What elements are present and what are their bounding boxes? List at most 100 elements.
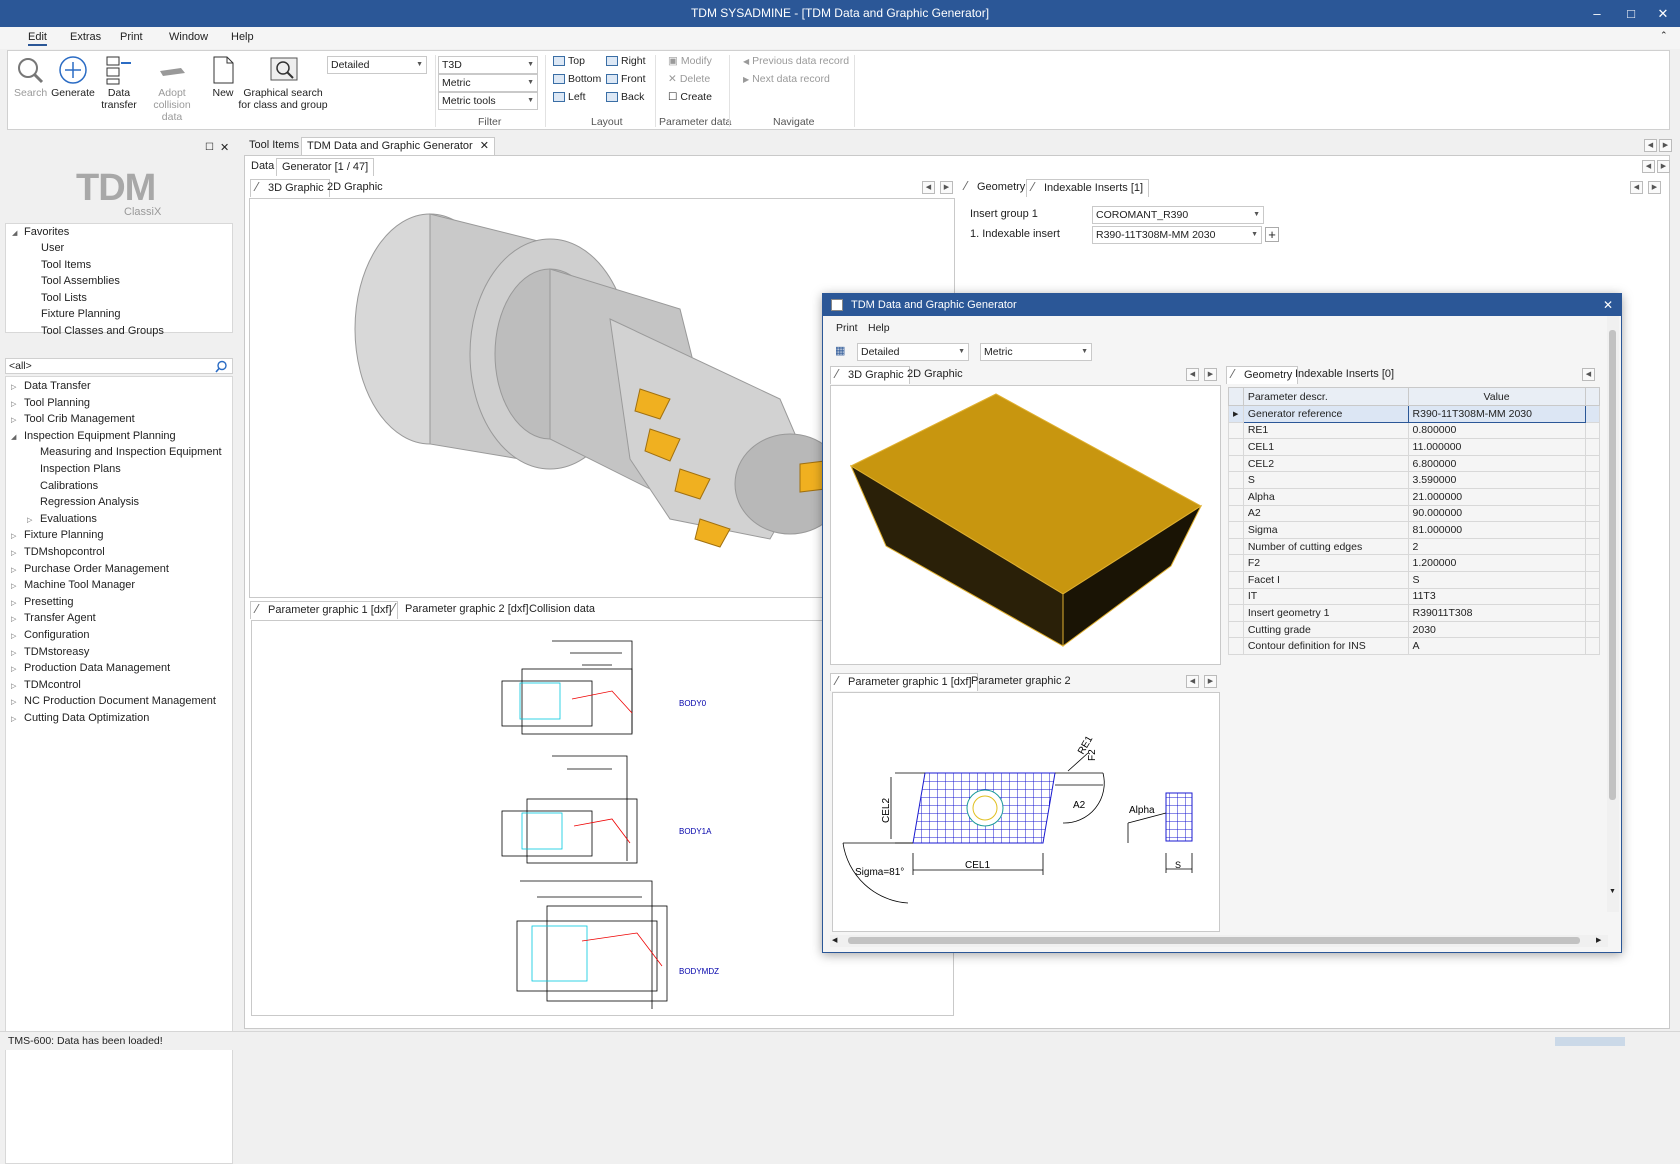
- parameter-value-cell[interactable]: 81.000000: [1407, 521, 1586, 539]
- parameter-name-cell[interactable]: F2: [1242, 554, 1409, 572]
- scroll-right-icon[interactable]: ▶: [1648, 181, 1661, 194]
- menu-window[interactable]: Window: [163, 30, 214, 44]
- parameter-value-cell[interactable]: 6.800000: [1407, 454, 1586, 473]
- minimize-icon[interactable]: –: [1580, 0, 1614, 27]
- dialog-metric-combo[interactable]: Metric ▼: [980, 343, 1092, 361]
- metric-combo[interactable]: Metric ▼: [438, 74, 538, 92]
- close-icon[interactable]: ✕: [1646, 0, 1680, 27]
- column-header-parameter[interactable]: Parameter descr.: [1242, 387, 1409, 406]
- parameter-value-cell[interactable]: 2: [1407, 537, 1586, 556]
- parameter-value-cell[interactable]: R390-11T308M-MM 2030: [1407, 405, 1586, 423]
- expand-icon[interactable]: ▷: [11, 632, 16, 640]
- dialog-menu-print[interactable]: Print: [836, 322, 858, 334]
- expand-icon[interactable]: ▷: [27, 516, 32, 524]
- parameter-value-cell[interactable]: 1.200000: [1407, 554, 1586, 572]
- dialog-tab-parameter-graphic-2[interactable]: Parameter graphic 2: [966, 673, 1076, 691]
- table-row[interactable]: CEL2 6.800000: [1228, 454, 1601, 473]
- module-item[interactable]: Measuring and Inspection Equipment: [40, 446, 222, 458]
- table-row[interactable]: Alpha 21.000000: [1228, 487, 1601, 506]
- close-dialog-icon[interactable]: ✕: [1603, 294, 1613, 316]
- table-row[interactable]: RE1 0.800000: [1228, 421, 1601, 440]
- data-transfer-button[interactable]: Data transfer: [98, 55, 140, 111]
- add-insert-button[interactable]: +: [1265, 227, 1279, 242]
- table-row[interactable]: F2 1.200000: [1228, 554, 1601, 572]
- module-item[interactable]: Inspection Equipment Planning: [24, 430, 176, 442]
- close-tab-icon[interactable]: ✕: [480, 140, 489, 152]
- search-icon[interactable]: [215, 360, 228, 373]
- expand-icon[interactable]: ▷: [11, 532, 16, 540]
- modify-button[interactable]: ▣ Modify: [668, 55, 712, 67]
- table-row[interactable]: Insert geometry 1 R39011T308: [1228, 604, 1601, 622]
- dialog-detail-combo[interactable]: Detailed ▼: [857, 343, 969, 361]
- table-row[interactable]: A2 90.000000: [1228, 504, 1601, 523]
- layout-front-button[interactable]: Front: [606, 73, 646, 85]
- tab-tool-items[interactable]: Tool Items: [244, 137, 304, 155]
- menu-print[interactable]: Print: [114, 30, 149, 44]
- tab-3d-graphic[interactable]: 3D Graphic: [250, 179, 330, 197]
- layout-right-button[interactable]: Right: [606, 55, 646, 67]
- parameter-value-cell[interactable]: 2030: [1407, 620, 1586, 639]
- collapse-ribbon-icon[interactable]: ⌃: [1660, 30, 1668, 41]
- vertical-scrollbar[interactable]: ▼: [1607, 316, 1619, 912]
- table-row[interactable]: Contour definition for INS A: [1228, 637, 1601, 655]
- metric-tools-combo[interactable]: Metric tools ▼: [438, 92, 538, 110]
- menu-help[interactable]: Help: [225, 30, 260, 44]
- expand-icon[interactable]: ▷: [11, 582, 16, 590]
- t3d-combo[interactable]: T3D ▼: [438, 56, 538, 74]
- expand-icon[interactable]: ▷: [11, 649, 16, 657]
- horizontal-scroll-thumb[interactable]: [848, 937, 1580, 944]
- module-item[interactable]: NC Production Document Management: [24, 695, 216, 707]
- dialog-tab-inserts[interactable]: Indexable Inserts [0]: [1290, 366, 1399, 384]
- scroll-right-icon[interactable]: ▶: [1659, 139, 1672, 152]
- expand-icon[interactable]: ▷: [11, 383, 16, 391]
- layout-top-button[interactable]: Top: [553, 55, 585, 67]
- table-row[interactable]: ▶ Generator reference R390-11T308M-MM 2030: [1228, 405, 1601, 423]
- dialog-tab-parameter-graphic-1[interactable]: Parameter graphic 1 [dxf]: [830, 673, 978, 691]
- dialog-tab-geometry[interactable]: Geometry: [1226, 366, 1299, 384]
- scroll-left-icon[interactable]: ◀: [922, 181, 935, 194]
- parameter-name-cell[interactable]: S: [1242, 471, 1409, 489]
- module-item[interactable]: Cutting Data Optimization: [24, 712, 149, 724]
- indexable-insert-select[interactable]: R390-11T308M-MM 2030 ▼: [1092, 226, 1262, 244]
- create-button[interactable]: ☐ Create: [668, 91, 712, 103]
- favorite-item[interactable]: Tool Items: [41, 259, 91, 271]
- graphical-search-button[interactable]: Graphical search for class and group: [238, 55, 330, 111]
- expand-icon[interactable]: ▷: [11, 599, 16, 607]
- layout-left-button[interactable]: Left: [553, 91, 586, 103]
- module-item[interactable]: Transfer Agent: [24, 612, 96, 624]
- parameter-name-cell[interactable]: A2: [1242, 504, 1409, 523]
- expand-icon[interactable]: ▷: [11, 715, 16, 723]
- dialog-tab-2d[interactable]: 2D Graphic: [902, 366, 968, 384]
- module-item[interactable]: Regression Analysis: [40, 496, 139, 508]
- parameter-value-cell[interactable]: A: [1407, 637, 1586, 655]
- scroll-right-icon[interactable]: ▶: [940, 181, 953, 194]
- parameter-value-cell[interactable]: 90.000000: [1407, 504, 1586, 523]
- parameter-name-cell[interactable]: Facet I: [1242, 570, 1409, 589]
- collapse-icon[interactable]: ◢: [11, 433, 16, 441]
- expand-icon[interactable]: ▷: [11, 566, 16, 574]
- module-item[interactable]: Data Transfer: [24, 380, 91, 392]
- module-item[interactable]: Calibrations: [40, 480, 98, 492]
- expand-icon[interactable]: ▷: [11, 615, 16, 623]
- insert-group-select[interactable]: COROMANT_R390 ▼: [1092, 206, 1264, 224]
- scroll-left-icon[interactable]: ◀: [1186, 368, 1199, 381]
- module-item[interactable]: TDMshopcontrol: [24, 546, 105, 558]
- tab-indexable-inserts[interactable]: Indexable Inserts [1]: [1026, 179, 1150, 197]
- horizontal-scrollbar[interactable]: ◀ ▶: [830, 935, 1608, 947]
- column-header-value[interactable]: Value: [1407, 387, 1586, 406]
- module-item[interactable]: TDMstoreasy: [24, 646, 89, 658]
- scroll-left-icon[interactable]: ◀: [1644, 139, 1657, 152]
- parameter-name-cell[interactable]: Sigma: [1242, 521, 1409, 539]
- module-item[interactable]: Tool Crib Management: [24, 413, 135, 425]
- scroll-left-icon[interactable]: ◀: [832, 936, 837, 944]
- menu-extras[interactable]: Extras: [64, 30, 107, 44]
- scroll-right-icon[interactable]: ▶: [1204, 368, 1217, 381]
- expand-icon[interactable]: ▷: [11, 698, 16, 706]
- scroll-right-icon[interactable]: ▶: [1204, 675, 1217, 688]
- table-row[interactable]: CEL1 11.000000: [1228, 438, 1601, 456]
- favorite-item[interactable]: Tool Assemblies: [41, 275, 120, 287]
- favorite-item[interactable]: Tool Classes and Groups: [41, 325, 164, 337]
- module-item[interactable]: Evaluations: [40, 513, 97, 525]
- table-row[interactable]: S 3.590000: [1228, 471, 1601, 489]
- module-item[interactable]: Production Data Management: [24, 662, 170, 674]
